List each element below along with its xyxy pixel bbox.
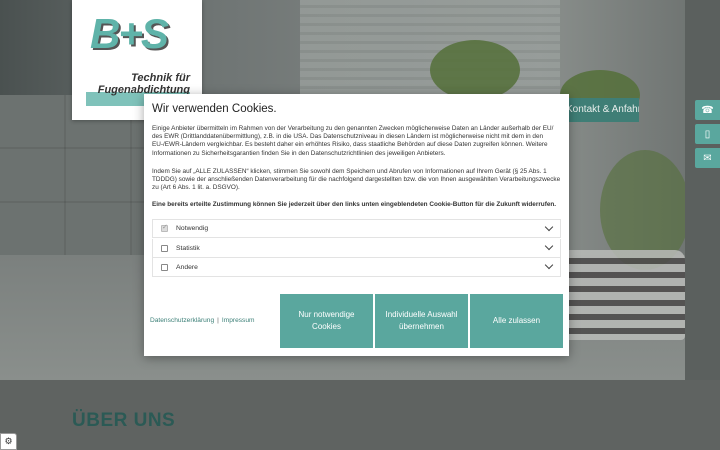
category-other[interactable]: Andere (152, 258, 561, 277)
logo-mark: B+S (90, 10, 169, 57)
about-heading: ÜBER UNS (72, 410, 176, 431)
cookie-icon: ⚙ (4, 436, 13, 446)
mobile-icon: ▯ (704, 128, 711, 140)
legal-links: Datenschutzerklärung | Impressum (150, 317, 254, 324)
chevron-down-icon[interactable] (544, 222, 554, 232)
category-label: Statistik (176, 244, 200, 252)
link-separator: | (217, 317, 219, 324)
chevron-down-icon[interactable] (544, 241, 554, 251)
privacy-link[interactable]: Datenschutzerklärung (150, 317, 214, 324)
checkbox-statistics[interactable] (161, 244, 168, 252)
accept-all-button[interactable]: Alle zulassen (470, 294, 563, 348)
cookie-text-revoke: Eine bereits erteilte Zustimmung können … (152, 201, 557, 208)
cookie-text-consent: Indem Sie auf „ALLE ZULASSEN“ klicken, s… (152, 168, 561, 192)
nav-contact-link[interactable]: Kontakt & Anfahrt (560, 98, 639, 122)
cookie-text-transfer: Einige Anbieter übermitteln im Rahmen vo… (152, 125, 554, 157)
window-blinds (300, 0, 560, 95)
phone-button[interactable]: ☎ (695, 100, 720, 120)
category-necessary[interactable]: Notwendig (152, 219, 561, 238)
necessary-only-button[interactable]: Nur notwendige Cookies (280, 294, 373, 348)
mobile-button[interactable]: ▯ (695, 124, 720, 144)
checkbox-necessary[interactable] (161, 223, 168, 232)
towels (560, 250, 685, 340)
chevron-down-icon[interactable] (544, 260, 554, 270)
hero-edge (685, 0, 720, 380)
phone-icon: ☎ (701, 104, 714, 116)
logo-tagline: Technik für Fugenabdichtung (97, 72, 190, 96)
mail-icon: ✉ (703, 152, 712, 164)
plant (430, 40, 520, 100)
cookie-settings-button[interactable]: ⚙ (0, 433, 17, 450)
checkbox-other[interactable] (161, 263, 168, 271)
category-label: Andere (176, 263, 198, 271)
imprint-link[interactable]: Impressum (222, 317, 255, 324)
individual-selection-button[interactable]: Individuelle Auswahl übernehmen (375, 294, 468, 348)
category-statistics[interactable]: Statistik (152, 239, 561, 258)
cookie-title: Wir verwenden Cookies. (152, 103, 277, 115)
mail-button[interactable]: ✉ (695, 148, 720, 168)
category-label: Notwendig (176, 225, 209, 232)
cookie-consent-dialog: Wir verwenden Cookies. Einige Anbieter ü… (144, 94, 569, 356)
